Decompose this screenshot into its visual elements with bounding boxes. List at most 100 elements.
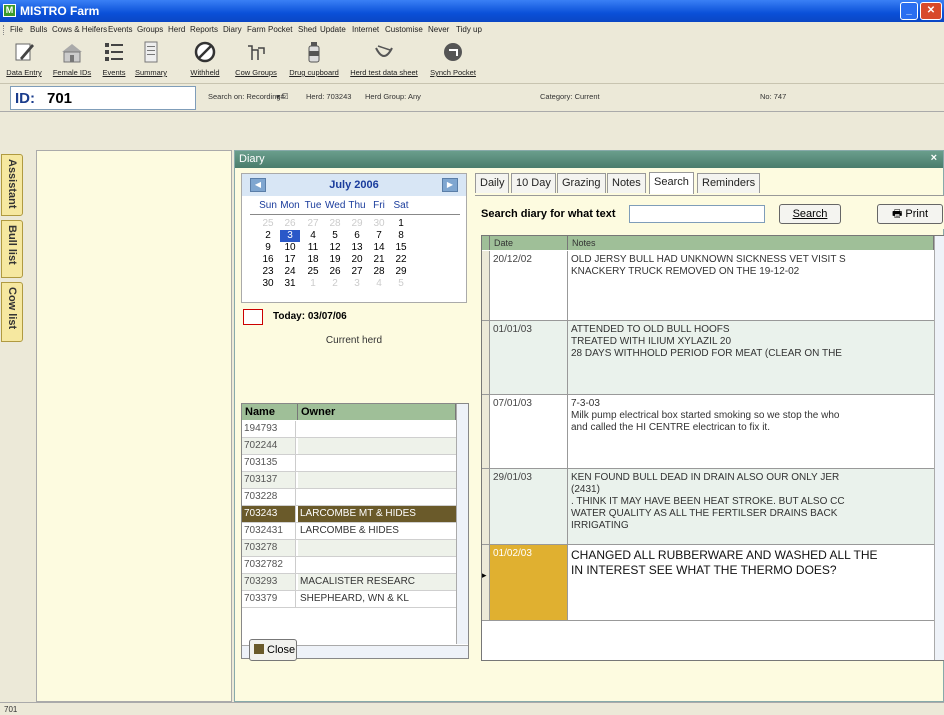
tab-notes[interactable]: Notes	[607, 173, 646, 193]
row-selector[interactable]	[482, 469, 490, 544]
side-tab-assistant[interactable]: Assistant	[1, 154, 23, 216]
calendar-day[interactable]: 4	[303, 230, 323, 242]
toolbar-cow-groups-button[interactable]: Cow Groups	[232, 40, 280, 77]
calendar-day[interactable]: 26	[280, 218, 300, 230]
herd-row[interactable]: 7032782	[242, 557, 456, 574]
herd-group-selector[interactable]: Herd Group: Any	[365, 92, 421, 101]
calendar-day[interactable]: 23	[258, 266, 278, 278]
side-tab-cow-list[interactable]: Cow list	[1, 282, 23, 342]
calendar-day[interactable]: 18	[303, 254, 323, 266]
search-button[interactable]: Search	[779, 204, 841, 224]
herd-row[interactable]: 703228	[242, 489, 456, 506]
notes-header-notes[interactable]: Notes	[568, 236, 934, 250]
next-month-button[interactable]: ▶	[442, 178, 458, 192]
calendar-day[interactable]: 27	[303, 218, 323, 230]
calendar-day[interactable]: 1	[303, 278, 323, 290]
toolbar-data-entry-button[interactable]: Data Entry	[4, 40, 44, 77]
calendar-day[interactable]: 4	[369, 278, 389, 290]
menu-groups[interactable]: Groups	[137, 25, 163, 34]
tab-grazing[interactable]: Grazing	[557, 173, 606, 193]
calendar-day[interactable]: 20	[347, 254, 367, 266]
calendar-day[interactable]: 10	[280, 242, 300, 254]
menu-pocket[interactable]: Pocket	[268, 25, 292, 34]
toolbar-female-ids-button[interactable]: Female IDs	[50, 40, 94, 77]
calendar-day[interactable]: 29	[391, 266, 411, 278]
calendar-day[interactable]: 13	[347, 242, 367, 254]
menu-shed[interactable]: Shed	[298, 25, 317, 34]
tab-10-day[interactable]: 10 Day	[511, 173, 556, 193]
herd-header-name[interactable]: Name	[242, 404, 298, 420]
herd-row[interactable]: 702244	[242, 438, 456, 455]
calendar-day[interactable]: 24	[280, 266, 300, 278]
close-window-button[interactable]: ✕	[920, 2, 942, 20]
notes-vertical-scrollbar[interactable]	[934, 236, 944, 660]
calendar-day[interactable]: 2	[325, 278, 345, 290]
herd-row[interactable]: 703278	[242, 540, 456, 557]
toolbar-drug-cupboard-button[interactable]: Drug cupboard	[286, 40, 342, 77]
note-row[interactable]: ▸ 01/02/03 CHANGED ALL RUBBERWARE AND WASH…	[482, 545, 934, 621]
menu-bulls[interactable]: Bulls	[30, 25, 47, 34]
herd-row[interactable]: 703379 SHEPHEARD, WN & KL	[242, 591, 456, 608]
calendar-day[interactable]: 12	[325, 242, 345, 254]
print-button[interactable]: 🖶 Print	[877, 204, 943, 224]
calendar-day[interactable]: 16	[258, 254, 278, 266]
calendar-day[interactable]: 31	[280, 278, 300, 290]
calendar-day[interactable]: 5	[325, 230, 345, 242]
toolbar-events-button[interactable]: Events	[98, 40, 130, 77]
notes-header-date[interactable]: Date	[490, 236, 568, 250]
side-tab-bull-list[interactable]: Bull list	[1, 220, 23, 278]
calendar-day[interactable]: 17	[280, 254, 300, 266]
calendar-day[interactable]: 25	[258, 218, 278, 230]
calendar-day[interactable]: 28	[325, 218, 345, 230]
menu-update[interactable]: Update	[320, 25, 346, 34]
tab-daily[interactable]: Daily	[475, 173, 510, 193]
tab-search[interactable]: Search	[649, 172, 694, 194]
search-input[interactable]	[629, 205, 765, 223]
calendar-day[interactable]: 3	[347, 278, 367, 290]
herd-selector[interactable]: Herd: 703243	[306, 92, 351, 101]
calendar-day[interactable]: 1	[391, 218, 411, 230]
menu-never[interactable]: Never	[428, 25, 449, 34]
category-selector[interactable]: Category: Current	[540, 92, 600, 101]
toolbar-herd-test-button[interactable]: Herd test data sheet	[344, 40, 424, 77]
calendar-day[interactable]: 25	[303, 266, 323, 278]
calendar-day[interactable]: 14	[369, 242, 389, 254]
row-selector[interactable]	[482, 251, 490, 320]
herd-vertical-scrollbar[interactable]	[456, 404, 468, 644]
menu-tidy-up[interactable]: Tidy up	[456, 25, 482, 34]
id-input[interactable]: ID: 701	[10, 86, 196, 110]
herd-checkbox[interactable]: ▾ ☑	[276, 92, 289, 101]
menu-reports[interactable]: Reports	[190, 25, 218, 34]
herd-row[interactable]: 703137	[242, 472, 456, 489]
calendar-day[interactable]: 9	[258, 242, 278, 254]
calendar-day[interactable]: 19	[325, 254, 345, 266]
note-row[interactable]: 29/01/03 KEN FOUND BULL DEAD IN DRAIN ALS…	[482, 469, 934, 545]
calendar-day[interactable]: 11	[303, 242, 323, 254]
row-selector[interactable]	[482, 395, 490, 468]
menu-farm[interactable]: Farm	[247, 25, 266, 34]
menu-file[interactable]: File	[10, 25, 23, 34]
close-button[interactable]: Close	[249, 639, 297, 661]
row-selector[interactable]	[482, 321, 490, 394]
calendar-day[interactable]: 7	[369, 230, 389, 242]
herd-row[interactable]: 194793	[242, 421, 456, 438]
search-on-selector[interactable]: Search on: Recording#	[208, 92, 285, 101]
calendar-day[interactable]: 15	[391, 242, 411, 254]
calendar-day[interactable]: 8	[391, 230, 411, 242]
toolbar-summary-button[interactable]: Summary	[134, 40, 168, 77]
toolbar-withheld-button[interactable]: Withheld	[180, 40, 230, 77]
row-selector[interactable]: ▸	[482, 545, 490, 620]
calendar-day[interactable]: 6	[347, 230, 367, 242]
menu-customise[interactable]: Customise	[385, 25, 423, 34]
calendar-day[interactable]: 5	[391, 278, 411, 290]
herd-row[interactable]: 703243 LARCOMBE MT & HIDES	[242, 506, 456, 523]
menu-events[interactable]: Events	[108, 25, 132, 34]
menu-internet[interactable]: Internet	[352, 25, 379, 34]
menu-diary[interactable]: Diary	[223, 25, 242, 34]
diary-close-icon[interactable]: ×	[931, 152, 937, 164]
menu-herd[interactable]: Herd	[168, 25, 185, 34]
note-row[interactable]: 01/01/03 ATTENDED TO OLD BULL HOOFS TREAT…	[482, 321, 934, 395]
toolbar-synch-pocket-button[interactable]: Synch Pocket	[428, 40, 478, 77]
calendar-day[interactable]: 28	[369, 266, 389, 278]
calendar-day[interactable]: 30	[258, 278, 278, 290]
